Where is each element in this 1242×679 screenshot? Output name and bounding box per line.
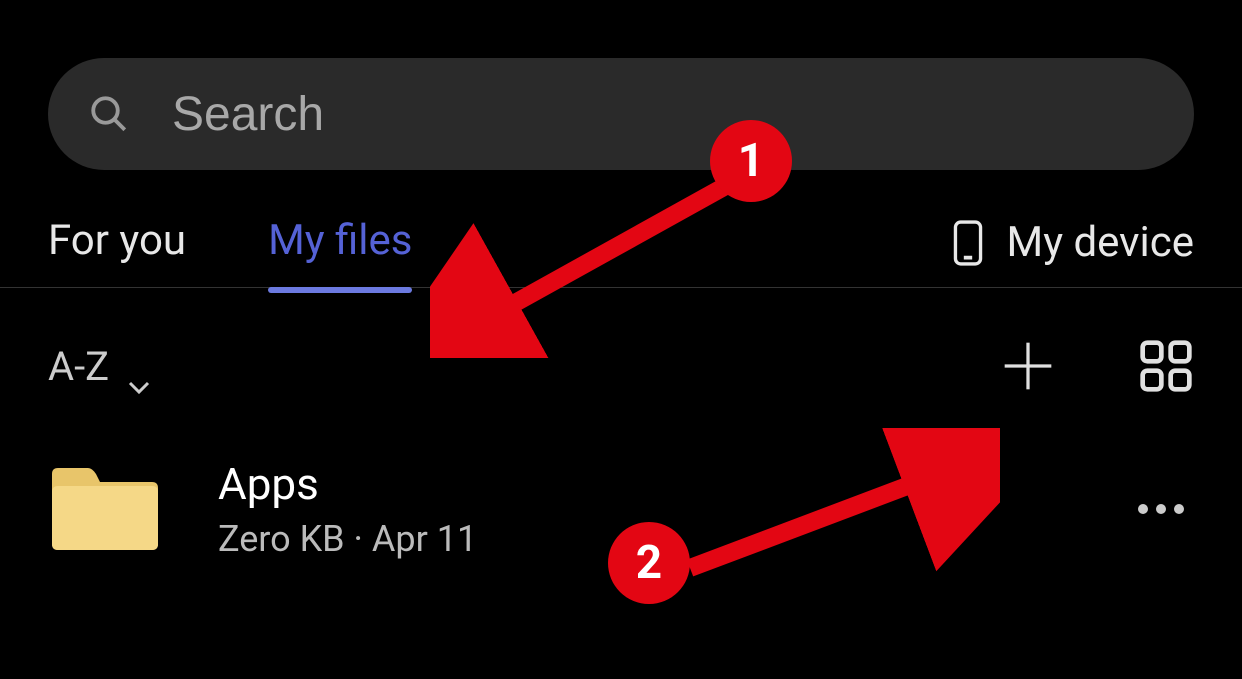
more-icon xyxy=(1138,504,1184,514)
tab-my-files[interactable]: My files xyxy=(268,216,412,269)
search-icon xyxy=(88,93,130,135)
sort-control[interactable]: A-Z xyxy=(48,343,151,390)
tab-for-you[interactable]: For you xyxy=(48,216,186,269)
more-button[interactable] xyxy=(1128,494,1194,524)
sort-label: A-Z xyxy=(48,343,109,390)
chevron-down-icon xyxy=(127,358,151,374)
annotation-badge-2: 2 xyxy=(608,522,690,604)
annotation-badge-1: 1 xyxy=(710,120,792,202)
search-input[interactable] xyxy=(172,87,1154,142)
grid-icon xyxy=(1138,338,1194,394)
annotation-arrow-2 xyxy=(660,428,1000,598)
plus-icon xyxy=(1000,338,1056,394)
my-device-link[interactable]: My device xyxy=(953,218,1194,267)
view-grid-button[interactable] xyxy=(1138,338,1194,394)
device-icon xyxy=(953,220,983,266)
add-button[interactable] xyxy=(1000,338,1056,394)
folder-icon xyxy=(48,464,162,554)
device-label: My device xyxy=(1007,218,1194,267)
